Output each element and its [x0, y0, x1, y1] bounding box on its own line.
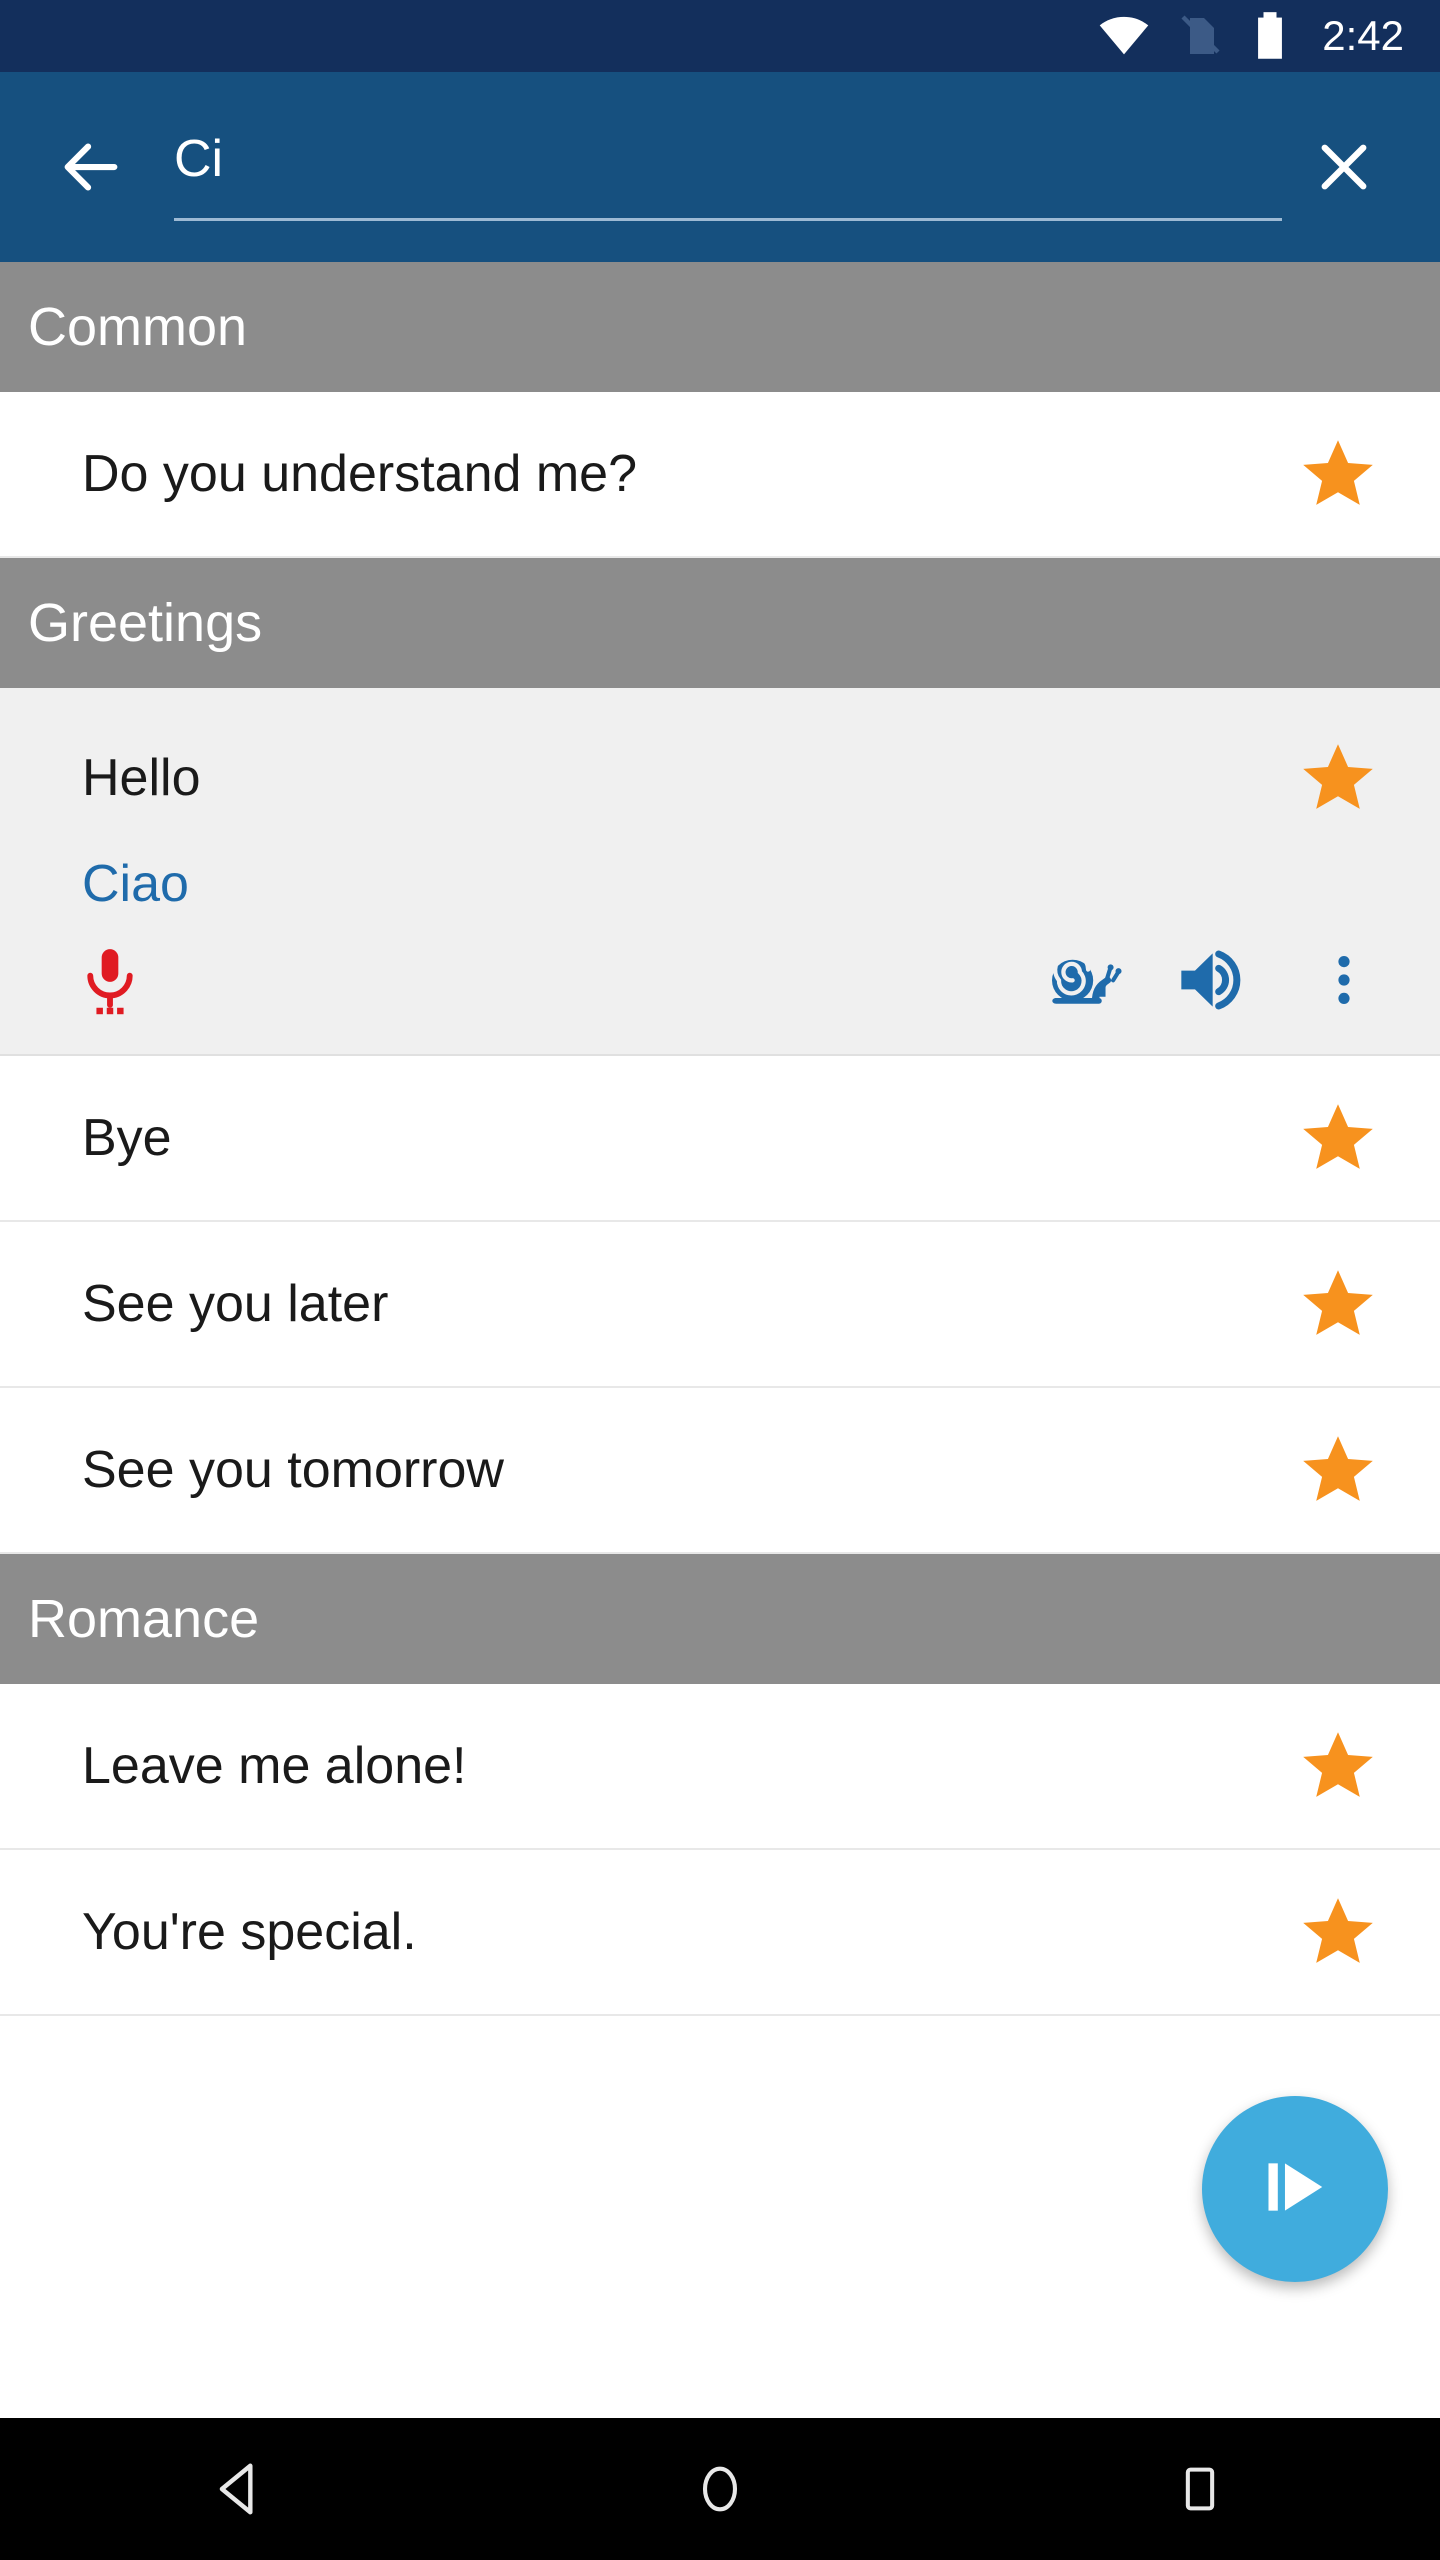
table-row[interactable]: Bye	[0, 1056, 1440, 1222]
app-root: 2:42 Common Do you understand me?	[0, 0, 1440, 2560]
nav-home-icon[interactable]	[640, 2418, 800, 2560]
phrase-actions	[0, 914, 1440, 1054]
phrase-label: Hello	[82, 749, 201, 807]
table-row[interactable]: Leave me alone!	[0, 1684, 1440, 1850]
section-header-common: Common	[0, 262, 1440, 392]
section-title: Common	[28, 297, 248, 357]
status-time: 2:42	[1322, 12, 1404, 59]
section-title: Romance	[28, 1589, 260, 1649]
phrase-label: Do you understand me?	[82, 445, 638, 503]
table-row[interactable]: See you tomorrow	[0, 1388, 1440, 1554]
android-nav-bar	[0, 2418, 1440, 2560]
phrase-list: Common Do you understand me? Greetings H…	[0, 262, 1440, 2016]
close-icon[interactable]	[1298, 121, 1390, 213]
table-row[interactable]: See you later	[0, 1222, 1440, 1388]
speaker-icon[interactable]	[1166, 932, 1262, 1028]
play-from-here-fab[interactable]	[1202, 2096, 1388, 2282]
phrase-label: Bye	[82, 1109, 172, 1167]
play-from-here-icon	[1252, 2144, 1338, 2235]
star-icon[interactable]	[1292, 428, 1384, 520]
section-header-romance: Romance	[0, 1554, 1440, 1684]
star-icon[interactable]	[1292, 732, 1384, 824]
star-icon[interactable]	[1292, 1424, 1384, 1516]
wifi-icon	[1098, 10, 1150, 62]
sim-off-icon	[1176, 12, 1224, 60]
search-underline	[174, 218, 1282, 221]
back-arrow-icon[interactable]	[48, 124, 134, 210]
star-icon[interactable]	[1292, 1092, 1384, 1184]
star-icon[interactable]	[1292, 1886, 1384, 1978]
table-row[interactable]: You're special.	[0, 1850, 1440, 2016]
phrase-translation: Ciao	[82, 855, 189, 913]
nav-back-icon[interactable]	[160, 2418, 320, 2560]
phrase-label: See you tomorrow	[82, 1441, 504, 1499]
overflow-menu-icon[interactable]	[1296, 932, 1392, 1028]
star-icon[interactable]	[1292, 1258, 1384, 1350]
microphone-icon[interactable]	[62, 932, 158, 1028]
section-header-greetings: Greetings	[0, 558, 1440, 688]
snail-icon[interactable]	[1036, 932, 1132, 1028]
app-bar	[0, 72, 1440, 262]
section-title: Greetings	[28, 593, 263, 653]
expanded-row-header: Hello	[0, 688, 1440, 824]
phrase-label: Leave me alone!	[82, 1737, 467, 1795]
search-input[interactable]	[174, 129, 1282, 205]
star-icon[interactable]	[1292, 1720, 1384, 1812]
phrase-label: You're special.	[82, 1903, 417, 1961]
status-bar: 2:42	[0, 0, 1440, 72]
search-field-wrapper[interactable]	[174, 107, 1282, 227]
phrase-label: See you later	[82, 1275, 389, 1333]
nav-recents-icon[interactable]	[1120, 2418, 1280, 2560]
battery-icon	[1250, 10, 1290, 62]
table-row[interactable]: Do you understand me?	[0, 392, 1440, 558]
table-row-expanded[interactable]: Hello Ciao	[0, 688, 1440, 1056]
